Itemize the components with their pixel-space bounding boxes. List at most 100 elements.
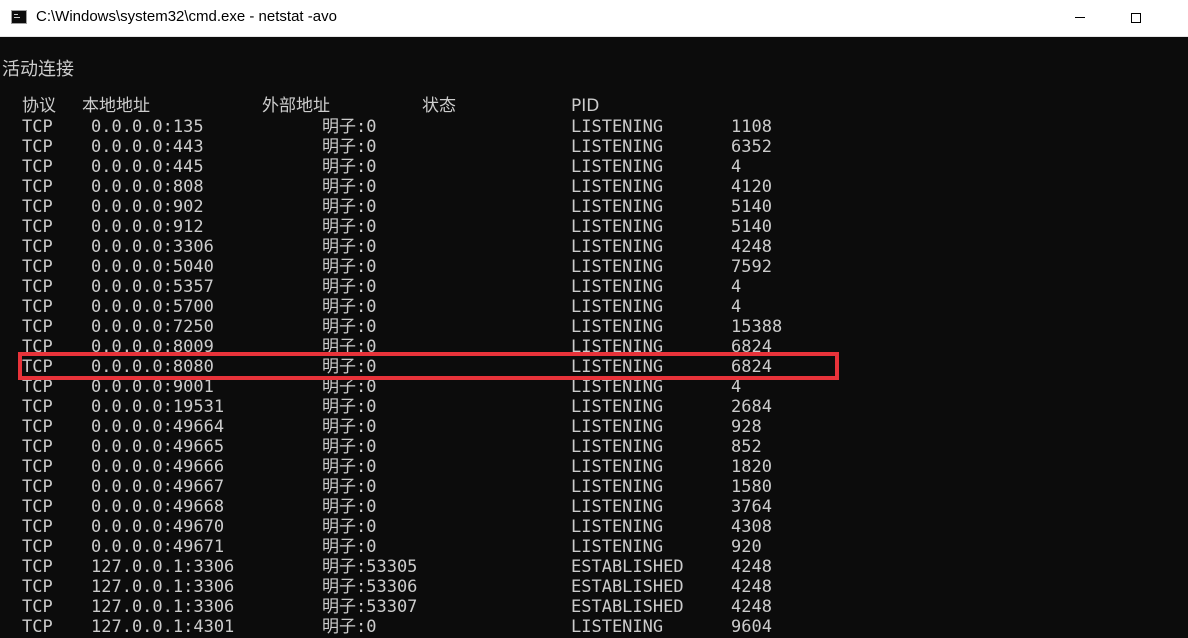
cell-state: LISTENING — [571, 237, 664, 257]
connection-row: TCP 0.0.0.0:445 明子:0 LISTENING 4 — [0, 157, 1188, 177]
cell-local: 127.0.0.1:4301 — [91, 617, 235, 637]
cell-proto: TCP — [22, 617, 53, 637]
connection-row: TCP 0.0.0.0:7250 明子:0 LISTENING 15388 — [0, 317, 1188, 337]
cell-foreign: 明子:0 — [322, 237, 377, 257]
cell-local: 0.0.0.0:49667 — [91, 477, 225, 497]
cell-proto: TCP — [22, 257, 53, 277]
cell-state: LISTENING — [571, 197, 664, 217]
cell-proto: TCP — [22, 557, 53, 577]
cell-state: LISTENING — [571, 417, 664, 437]
maximize-icon — [1131, 13, 1141, 23]
console-output[interactable]: 活动连接 协议 本地地址 外部地址 状态 PID TCP 0.0.0.0:135 明… — [0, 37, 1188, 638]
cell-local: 0.0.0.0:49665 — [91, 437, 225, 457]
cell-foreign: 明子:0 — [322, 317, 377, 337]
cell-state: LISTENING — [571, 437, 664, 457]
cell-proto: TCP — [22, 317, 53, 337]
connection-row: TCP 0.0.0.0:19531 明子:0 LISTENING 2684 — [0, 397, 1188, 417]
connection-row: TCP 127.0.0.1:3306 明子:53305 ESTABLISHED 4248 — [0, 557, 1188, 577]
connection-row: TCP 0.0.0.0:49666 明子:0 LISTENING 1820 — [0, 457, 1188, 477]
cell-foreign: 明子:0 — [322, 497, 377, 517]
connection-row: TCP 0.0.0.0:5357 明子:0 LISTENING 4 — [0, 277, 1188, 297]
header-state: 状态 — [422, 96, 456, 116]
cell-proto: TCP — [22, 577, 53, 597]
connection-row: TCP 0.0.0.0:49671 明子:0 LISTENING 920 — [0, 537, 1188, 557]
cell-proto: TCP — [22, 537, 53, 557]
cell-foreign: 明子:53307 — [322, 597, 418, 617]
cell-pid: 1108 — [731, 117, 772, 137]
cell-proto: TCP — [22, 297, 53, 317]
cell-foreign: 明子:0 — [322, 117, 377, 137]
cell-proto: TCP — [22, 217, 53, 237]
connection-row: TCP 0.0.0.0:49665 明子:0 LISTENING 852 — [0, 437, 1188, 457]
header-foreign: 外部地址 — [262, 96, 330, 116]
cell-local: 0.0.0.0:5040 — [91, 257, 214, 277]
minimize-button[interactable] — [1058, 0, 1104, 36]
cell-foreign: 明子:0 — [322, 377, 377, 397]
cell-state: LISTENING — [571, 457, 664, 477]
cell-pid: 4120 — [731, 177, 772, 197]
cell-state: LISTENING — [571, 277, 664, 297]
cell-pid: 4 — [731, 297, 742, 317]
cell-pid: 4248 — [731, 237, 772, 257]
cell-foreign: 明子:0 — [322, 517, 377, 537]
cell-pid: 1580 — [731, 477, 772, 497]
connection-row: TCP 0.0.0.0:902 明子:0 LISTENING 5140 — [0, 197, 1188, 217]
cell-local: 0.0.0.0:5700 — [91, 297, 214, 317]
cell-local: 0.0.0.0:49671 — [91, 537, 225, 557]
cell-state: LISTENING — [571, 517, 664, 537]
cell-proto: TCP — [22, 137, 53, 157]
connection-row: TCP 0.0.0.0:49664 明子:0 LISTENING 928 — [0, 417, 1188, 437]
cell-state: LISTENING — [571, 157, 664, 177]
connection-row: TCP 0.0.0.0:912 明子:0 LISTENING 5140 — [0, 217, 1188, 237]
cell-local: 0.0.0.0:808 — [91, 177, 204, 197]
cell-state: LISTENING — [571, 217, 664, 237]
connection-row: TCP 0.0.0.0:49668 明子:0 LISTENING 3764 — [0, 497, 1188, 517]
cell-pid: 1820 — [731, 457, 772, 477]
cell-foreign: 明子:53305 — [322, 557, 418, 577]
connection-row: TCP 0.0.0.0:49670 明子:0 LISTENING 4308 — [0, 517, 1188, 537]
cell-foreign: 明子:0 — [322, 437, 377, 457]
cell-state: LISTENING — [571, 137, 664, 157]
cell-state: LISTENING — [571, 537, 664, 557]
cell-state: LISTENING — [571, 397, 664, 417]
cell-foreign: 明子:0 — [322, 617, 377, 637]
cell-state: ESTABLISHED — [571, 557, 684, 577]
cell-foreign: 明子:0 — [322, 417, 377, 437]
title-bar[interactable]: C:\Windows\system32\cmd.exe - netstat -a… — [0, 0, 1188, 37]
cell-proto: TCP — [22, 377, 53, 397]
cell-state: LISTENING — [571, 297, 664, 317]
cell-state: LISTENING — [571, 317, 664, 337]
cell-foreign: 明子:0 — [322, 397, 377, 417]
cell-state: ESTABLISHED — [571, 577, 684, 597]
cell-local: 0.0.0.0:49666 — [91, 457, 225, 477]
cell-proto: TCP — [22, 417, 53, 437]
maximize-button[interactable] — [1113, 0, 1159, 36]
cell-pid: 4248 — [731, 577, 772, 597]
cell-local: 127.0.0.1:3306 — [91, 557, 235, 577]
connection-row: TCP 0.0.0.0:808 明子:0 LISTENING 4120 — [0, 177, 1188, 197]
cell-pid: 6352 — [731, 137, 772, 157]
section-title: 活动连接 — [2, 59, 74, 80]
cell-state: LISTENING — [571, 177, 664, 197]
cell-local: 0.0.0.0:902 — [91, 197, 204, 217]
cell-pid: 7592 — [731, 257, 772, 277]
cell-foreign: 明子:0 — [322, 277, 377, 297]
cell-local: 0.0.0.0:3306 — [91, 237, 214, 257]
highlight-box — [18, 352, 839, 380]
minimize-icon — [1075, 17, 1085, 18]
connection-row: TCP 0.0.0.0:5040 明子:0 LISTENING 7592 — [0, 257, 1188, 277]
cell-local: 0.0.0.0:912 — [91, 217, 204, 237]
cell-foreign: 明子:0 — [322, 537, 377, 557]
cell-state: LISTENING — [571, 477, 664, 497]
cell-foreign: 明子:0 — [322, 477, 377, 497]
cell-local: 127.0.0.1:3306 — [91, 577, 235, 597]
cell-foreign: 明子:0 — [322, 137, 377, 157]
cell-local: 127.0.0.1:3306 — [91, 597, 235, 617]
cell-local: 0.0.0.0:49664 — [91, 417, 225, 437]
header-proto: 协议 — [22, 96, 56, 116]
connection-row: TCP 0.0.0.0:443 明子:0 LISTENING 6352 — [0, 137, 1188, 157]
window-title: C:\Windows\system32\cmd.exe - netstat -a… — [36, 8, 337, 25]
cell-state: LISTENING — [571, 497, 664, 517]
cell-pid: 9604 — [731, 617, 772, 637]
cell-local: 0.0.0.0:19531 — [91, 397, 225, 417]
